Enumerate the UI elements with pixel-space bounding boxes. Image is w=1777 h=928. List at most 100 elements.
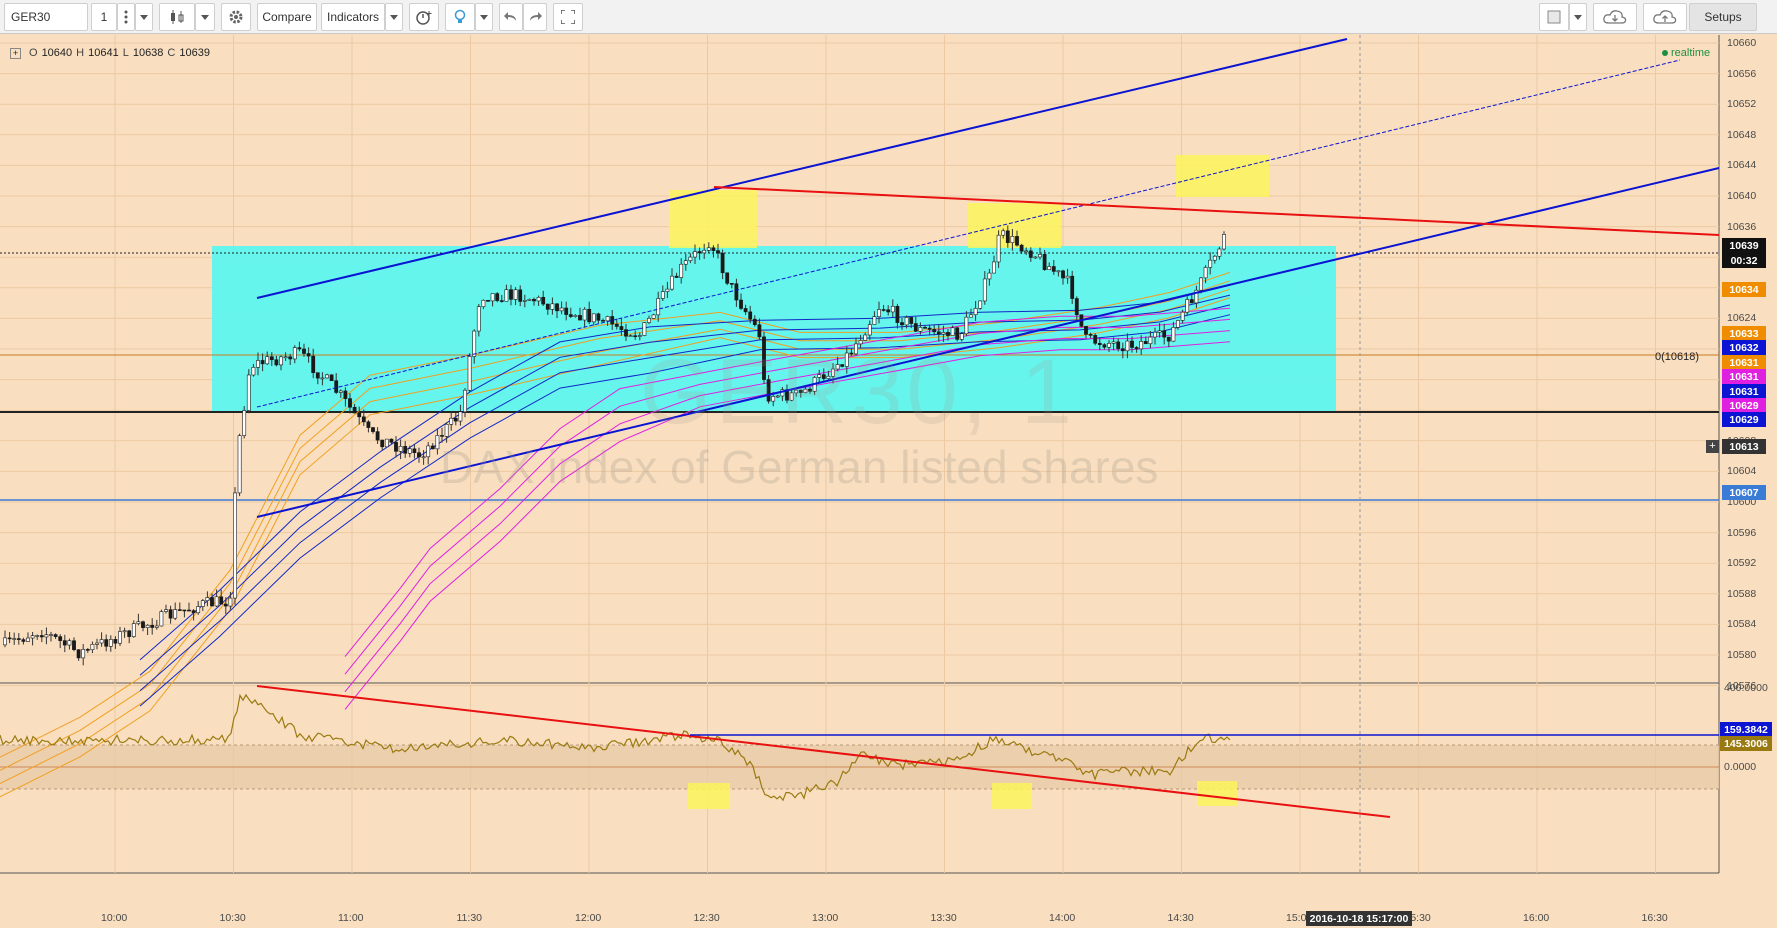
candle-body [357, 412, 362, 418]
indicator-value-tag: 159.3842 [1720, 722, 1772, 737]
layout-square-icon[interactable] [1539, 3, 1569, 31]
interval-text: 1 [100, 10, 108, 24]
candle-body [1001, 230, 1006, 236]
candle-body [743, 308, 748, 313]
fullscreen-icon[interactable] [553, 3, 583, 31]
candle-body [1217, 248, 1222, 257]
candle-body [706, 247, 711, 251]
candle-body [536, 297, 541, 302]
candle-body [338, 390, 343, 393]
realtime-text: realtime [1671, 47, 1711, 59]
candle-body [495, 293, 500, 301]
candle-body [725, 272, 730, 284]
candle-body [242, 410, 247, 436]
redo-icon[interactable] [523, 3, 547, 31]
candle-body [398, 446, 403, 452]
candle-body [752, 318, 757, 326]
candle-body [458, 411, 463, 422]
candle-body [670, 275, 674, 290]
candlestick-style-icon[interactable] [159, 3, 195, 31]
candle-body [1134, 347, 1139, 350]
candle-body [85, 649, 90, 651]
candle-body [877, 309, 881, 317]
candle-body [490, 293, 495, 302]
compare-button[interactable]: Compare [257, 3, 317, 31]
layout-dropdown-icon[interactable] [1569, 3, 1587, 31]
candle-body [550, 303, 555, 310]
candle-body [223, 603, 228, 607]
candle-body [334, 380, 339, 393]
candle-body [964, 316, 969, 335]
interval-menu-icon[interactable] [117, 3, 135, 31]
undo-icon[interactable] [499, 3, 523, 31]
legend-collapse-icon[interactable]: + [10, 47, 21, 59]
candle-body [141, 621, 145, 628]
ideas-dropdown-icon[interactable] [475, 3, 493, 31]
indicators-button[interactable]: Indicators [321, 3, 385, 31]
indicator-yellow-highlight-2[interactable] [992, 783, 1032, 809]
chart-area[interactable]: + O 10640 H 10641 L 10638 C 10639 realti… [0, 35, 1777, 928]
candle-body [582, 308, 587, 321]
candle-body [361, 416, 366, 423]
price-tick-label: 10580 [1727, 649, 1757, 661]
candle-body [30, 635, 35, 639]
candle-body [108, 639, 113, 647]
time-tick-label: 11:00 [338, 912, 364, 924]
candle-body [578, 315, 582, 321]
candle-body [973, 308, 978, 316]
cloud-save-icon[interactable] [1643, 3, 1687, 31]
candle-body [1024, 250, 1029, 253]
gear-icon[interactable] [221, 3, 251, 31]
open-label: O [29, 47, 38, 59]
chart-style-dropdown-icon[interactable] [195, 3, 215, 31]
candle-body [923, 327, 927, 329]
candle-body [1199, 277, 1203, 291]
time-tick-label: 12:00 [575, 912, 602, 924]
candle-body [900, 322, 904, 326]
candle-body [430, 445, 435, 450]
candle-body [1010, 236, 1015, 243]
interval-dropdown-icon[interactable] [135, 3, 153, 31]
candle-body [1056, 270, 1061, 273]
candle-body [481, 299, 486, 308]
candle-body [522, 300, 527, 302]
time-tick-label: 13:00 [812, 912, 839, 924]
price-tag: 10631 [1722, 369, 1766, 384]
interval-button[interactable]: 1 [91, 3, 117, 31]
candle-body [628, 335, 633, 338]
yellow-highlight-1[interactable] [669, 190, 757, 248]
cloud-load-icon[interactable] [1593, 3, 1637, 31]
symbol-search-input[interactable]: GER30 [4, 3, 88, 31]
candle-body [219, 596, 224, 605]
candle-body [587, 308, 592, 323]
candle-body [619, 326, 624, 330]
yellow-highlight-3[interactable] [1176, 155, 1269, 197]
candle-body [1171, 327, 1176, 342]
price-tag: 10629 [1722, 412, 1766, 427]
add-plus-icon[interactable]: + [1706, 440, 1719, 453]
candle-body [164, 609, 168, 612]
low-value: 10638 [132, 47, 164, 59]
alert-icon[interactable] [409, 3, 439, 31]
candle-body [467, 356, 472, 391]
price-tick-label: 10648 [1727, 128, 1757, 141]
candle-body [591, 313, 596, 323]
candle-body [1015, 236, 1019, 246]
yellow-highlight-2[interactable] [968, 203, 1061, 248]
indicators-dropdown-icon[interactable] [385, 3, 403, 31]
lightbulb-icon[interactable] [445, 3, 475, 31]
setups-label: Setups [1704, 10, 1742, 24]
indicator-yellow-highlight-1[interactable] [688, 783, 730, 809]
setups-button[interactable]: Setups [1689, 3, 1757, 31]
candle-body [596, 313, 601, 321]
candle-body [39, 635, 44, 638]
candle-body [246, 374, 251, 411]
candle-body [196, 606, 201, 614]
candle-body [407, 448, 412, 454]
indicator-yellow-highlight-3[interactable] [1197, 781, 1237, 806]
indicators-label: Indicators [326, 10, 380, 24]
candle-body [1042, 254, 1047, 271]
price-tag: 10633 [1722, 326, 1766, 341]
candle-body [302, 348, 306, 354]
candle-body [688, 256, 693, 261]
